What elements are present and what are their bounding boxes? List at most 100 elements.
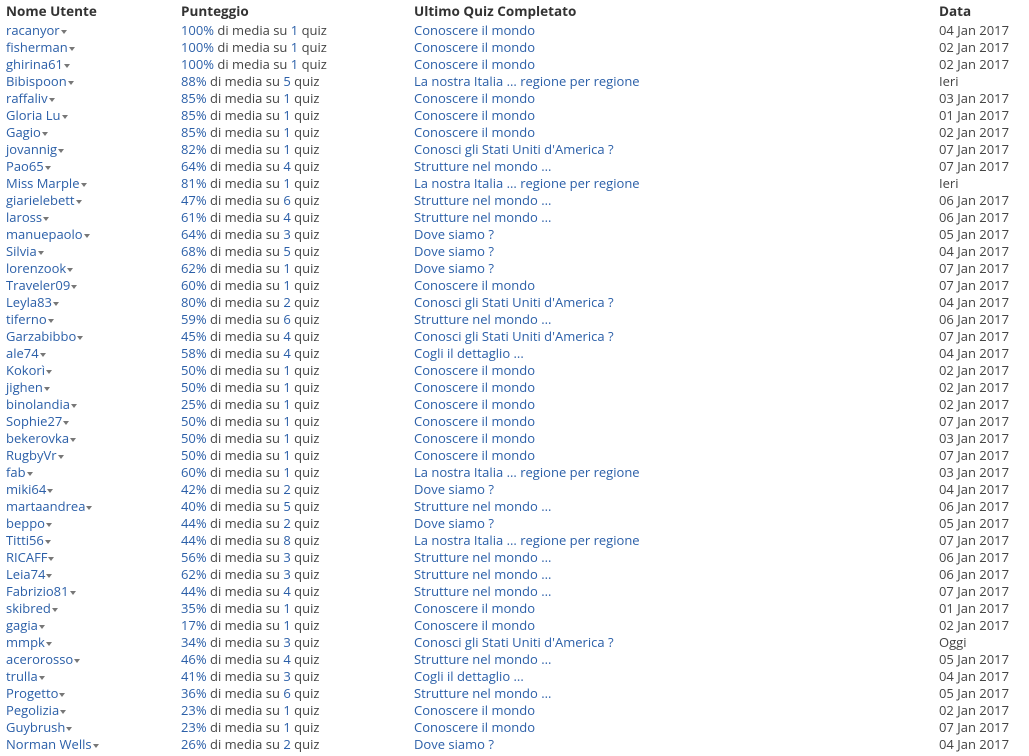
dropdown-caret-icon[interactable] [46, 574, 52, 578]
user-link[interactable]: tiferno [6, 311, 47, 328]
quiz-link[interactable]: Strutture nel mondo ... [414, 209, 551, 226]
dropdown-caret-icon[interactable] [40, 353, 46, 357]
user-link[interactable]: Gagio [6, 124, 41, 141]
user-link[interactable]: mmpk [6, 634, 45, 651]
quiz-link[interactable]: Dove siamo ? [414, 260, 494, 277]
quiz-link[interactable]: La nostra Italia ... regione per regione [414, 73, 640, 90]
dropdown-caret-icon[interactable] [68, 81, 74, 85]
dropdown-caret-icon[interactable] [39, 625, 45, 629]
quiz-link[interactable]: Conoscere il mondo [414, 39, 535, 56]
user-link[interactable]: bekerovka [6, 430, 69, 447]
user-link[interactable]: jovannig [6, 141, 57, 158]
dropdown-caret-icon[interactable] [46, 642, 52, 646]
dropdown-caret-icon[interactable] [58, 455, 64, 459]
user-link[interactable]: skibred [6, 600, 51, 617]
dropdown-caret-icon[interactable] [49, 98, 55, 102]
dropdown-caret-icon[interactable] [76, 200, 82, 204]
quiz-link[interactable]: Conosci gli Stati Uniti d'America ? [414, 328, 614, 345]
user-link[interactable]: laross [6, 209, 42, 226]
user-link[interactable]: Leia74 [6, 566, 45, 583]
quiz-link[interactable]: Conoscere il mondo [414, 124, 535, 141]
user-link[interactable]: Kokorì [6, 362, 45, 379]
quiz-link[interactable]: Strutture nel mondo ... [414, 498, 551, 515]
user-link[interactable]: martaandrea [6, 498, 85, 515]
quiz-link[interactable]: Conoscere il mondo [414, 277, 535, 294]
user-link[interactable]: jighen [6, 379, 43, 396]
quiz-link[interactable]: Conoscere il mondo [414, 413, 535, 430]
user-link[interactable]: lorenzook [6, 260, 66, 277]
dropdown-caret-icon[interactable] [66, 727, 72, 731]
user-link[interactable]: Pegolizia [6, 702, 59, 719]
dropdown-caret-icon[interactable] [71, 285, 77, 289]
user-link[interactable]: Leyla83 [6, 294, 52, 311]
dropdown-caret-icon[interactable] [39, 676, 45, 680]
user-link[interactable]: Miss Marple [6, 175, 80, 192]
quiz-link[interactable]: Strutture nel mondo ... [414, 311, 551, 328]
dropdown-caret-icon[interactable] [42, 132, 48, 136]
dropdown-caret-icon[interactable] [69, 47, 75, 51]
quiz-link[interactable]: Conoscere il mondo [414, 447, 535, 464]
dropdown-caret-icon[interactable] [59, 693, 65, 697]
user-link[interactable]: manuepaolo [6, 226, 83, 243]
dropdown-caret-icon[interactable] [81, 183, 87, 187]
dropdown-caret-icon[interactable] [46, 370, 52, 374]
quiz-link[interactable]: Conoscere il mondo [414, 22, 535, 39]
quiz-link[interactable]: Conosci gli Stati Uniti d'America ? [414, 294, 614, 311]
dropdown-caret-icon[interactable] [61, 30, 67, 34]
user-link[interactable]: Gloria Lu [6, 107, 61, 124]
dropdown-caret-icon[interactable] [62, 115, 68, 119]
quiz-link[interactable]: Conosci gli Stati Uniti d'America ? [414, 634, 614, 651]
user-link[interactable]: miki64 [6, 481, 46, 498]
dropdown-caret-icon[interactable] [84, 234, 90, 238]
user-link[interactable]: ale74 [6, 345, 39, 362]
quiz-link[interactable]: Strutture nel mondo ... [414, 566, 551, 583]
user-link[interactable]: RICAFF [6, 549, 47, 566]
dropdown-caret-icon[interactable] [93, 744, 99, 748]
quiz-link[interactable]: Conoscere il mondo [414, 430, 535, 447]
user-link[interactable]: Sophie27 [6, 413, 62, 430]
user-link[interactable]: fab [6, 464, 26, 481]
user-link[interactable]: Pao65 [6, 158, 44, 175]
user-link[interactable]: Fabrizio81 [6, 583, 69, 600]
quiz-link[interactable]: Conoscere il mondo [414, 362, 535, 379]
quiz-link[interactable]: Dove siamo ? [414, 515, 494, 532]
dropdown-caret-icon[interactable] [70, 591, 76, 595]
user-link[interactable]: acerorosso [6, 651, 73, 668]
dropdown-caret-icon[interactable] [60, 710, 66, 714]
quiz-link[interactable]: Conoscere il mondo [414, 56, 535, 73]
user-link[interactable]: Norman Wells [6, 736, 92, 753]
quiz-link[interactable]: Conoscere il mondo [414, 90, 535, 107]
dropdown-caret-icon[interactable] [67, 268, 73, 272]
user-link[interactable]: Traveler09 [6, 277, 70, 294]
user-link[interactable]: Titti56 [6, 532, 44, 549]
user-link[interactable]: Progetto [6, 685, 58, 702]
quiz-link[interactable]: Conoscere il mondo [414, 396, 535, 413]
dropdown-caret-icon[interactable] [58, 149, 64, 153]
user-link[interactable]: Bibispoon [6, 73, 67, 90]
quiz-link[interactable]: Dove siamo ? [414, 736, 494, 753]
quiz-link[interactable]: La nostra Italia ... regione per regione [414, 464, 640, 481]
quiz-link[interactable]: Conoscere il mondo [414, 107, 535, 124]
dropdown-caret-icon[interactable] [47, 489, 53, 493]
dropdown-caret-icon[interactable] [44, 387, 50, 391]
quiz-link[interactable]: Dove siamo ? [414, 481, 494, 498]
user-link[interactable]: fisherman [6, 39, 68, 56]
quiz-link[interactable]: Strutture nel mondo ... [414, 685, 551, 702]
user-link[interactable]: beppo [6, 515, 45, 532]
quiz-link[interactable]: Conoscere il mondo [414, 617, 535, 634]
user-link[interactable]: ghirina61 [6, 56, 63, 73]
dropdown-caret-icon[interactable] [48, 557, 54, 561]
user-link[interactable]: RugbyVr [6, 447, 57, 464]
quiz-link[interactable]: Conoscere il mondo [414, 600, 535, 617]
quiz-link[interactable]: Dove siamo ? [414, 226, 494, 243]
dropdown-caret-icon[interactable] [77, 336, 83, 340]
quiz-link[interactable]: La nostra Italia ... regione per regione [414, 175, 640, 192]
user-link[interactable]: Garzabibbo [6, 328, 76, 345]
quiz-link[interactable]: Conoscere il mondo [414, 702, 535, 719]
dropdown-caret-icon[interactable] [63, 421, 69, 425]
user-link[interactable]: binolandia [6, 396, 70, 413]
quiz-link[interactable]: Conosci gli Stati Uniti d'America ? [414, 141, 614, 158]
user-link[interactable]: Silvia [6, 243, 37, 260]
user-link[interactable]: giarielebett [6, 192, 75, 209]
user-link[interactable]: raffaliv [6, 90, 48, 107]
